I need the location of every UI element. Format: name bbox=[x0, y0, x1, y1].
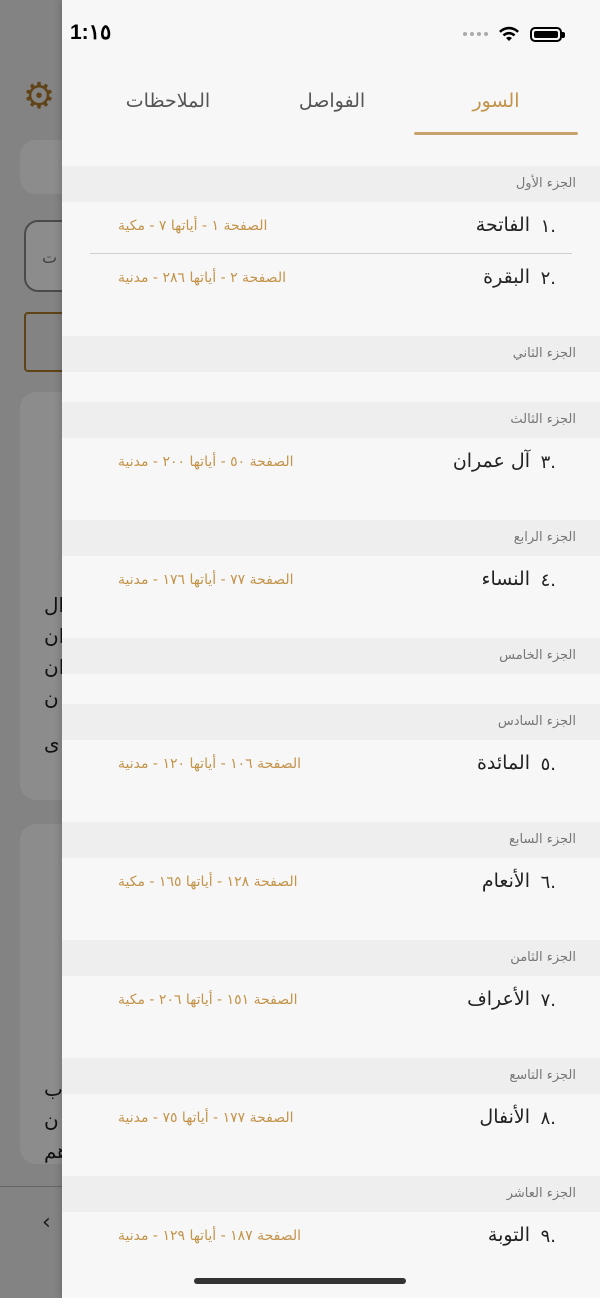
juz-header: الجزء السابع bbox=[62, 822, 600, 858]
tab-notes[interactable]: الملاحظات bbox=[86, 74, 250, 134]
juz-header: الجزء الرابع bbox=[62, 520, 600, 556]
surah-name: الفاتحة bbox=[475, 214, 530, 236]
tab-surahs[interactable]: السور bbox=[414, 74, 578, 134]
juz-title: الجزء السادس bbox=[497, 714, 576, 729]
status-icons bbox=[463, 24, 565, 44]
wifi-icon bbox=[499, 26, 519, 41]
surah-meta: الصفحة ٥٠ - أياتها ٢٠٠ - مدنية bbox=[118, 454, 294, 470]
juz-title: الجزء الثاني bbox=[512, 346, 576, 361]
surah-name: البقرة bbox=[483, 266, 530, 288]
surah-row[interactable]: .٣ آل عمران الصفحة ٥٠ - أياتها ٢٠٠ - مدنية bbox=[62, 438, 600, 490]
juz-header: الجزء العاشر bbox=[62, 1176, 600, 1212]
juz-title: الجزء الرابع bbox=[513, 530, 576, 545]
surah-row[interactable]: .٦ الأنعام الصفحة ١٢٨ - أياتها ١٦٥ - مكية bbox=[62, 858, 600, 910]
juz-title: الجزء الثامن bbox=[510, 950, 576, 965]
battery-icon bbox=[530, 26, 565, 42]
surah-number: .٥ bbox=[540, 754, 556, 775]
surah-name: المائدة bbox=[476, 752, 530, 774]
surah-meta: الصفحة ١٠٦ - أياتها ١٢٠ - مدنية bbox=[118, 756, 302, 772]
juz-header: الجزء الخامس bbox=[62, 638, 600, 674]
juz-title: الجزء السابع bbox=[508, 832, 576, 847]
surah-number: .٦ bbox=[540, 872, 556, 893]
juz-header: الجزء التاسع bbox=[62, 1058, 600, 1094]
tab-bar: السور الفواصل الملاحظات bbox=[62, 74, 600, 136]
juz-surah-group: .١ الفاتحة الصفحة ١ - أياتها ٧ - مكية .٢ الب… bbox=[62, 202, 600, 336]
juz-surah-group: .٦ الأنعام الصفحة ١٢٨ - أياتها ١٦٥ - مكية bbox=[62, 858, 600, 940]
surah-row[interactable]: .٨ الأنفال الصفحة ١٧٧ - أياتها ٧٥ - مدنية bbox=[62, 1094, 600, 1146]
juz-title: الجزء الأول bbox=[515, 176, 576, 191]
surah-number: .١ bbox=[540, 216, 556, 237]
surah-meta: الصفحة ١٢٨ - أياتها ١٦٥ - مكية bbox=[118, 874, 298, 890]
juz-surah-group: .٧ الأعراف الصفحة ١٥١ - أياتها ٢٠٦ - مكية bbox=[62, 976, 600, 1058]
surah-meta: الصفحة ٢ - أياتها ٢٨٦ - مدنية bbox=[118, 270, 286, 286]
juz-surah-group: .٥ المائدة الصفحة ١٠٦ - أياتها ١٢٠ - مدنية bbox=[62, 740, 600, 822]
surah-number: .٧ bbox=[540, 990, 556, 1011]
surah-name: الأنعام bbox=[481, 870, 530, 892]
tab-bookmarks[interactable]: الفواصل bbox=[250, 74, 414, 134]
juz-surah-group: .٣ آل عمران الصفحة ٥٠ - أياتها ٢٠٠ - مدنية bbox=[62, 438, 600, 520]
juz-title: الجزء الثالث bbox=[510, 412, 576, 427]
juz-header: الجزء الثامن bbox=[62, 940, 600, 976]
surah-meta: الصفحة ١٧٧ - أياتها ٧٥ - مدنية bbox=[118, 1110, 294, 1126]
juz-surah-group bbox=[62, 372, 600, 402]
surah-name: النساء bbox=[481, 568, 530, 590]
surah-row[interactable]: .٧ الأعراف الصفحة ١٥١ - أياتها ٢٠٦ - مكية bbox=[62, 976, 600, 1028]
juz-title: الجزء الخامس bbox=[499, 648, 576, 663]
active-tab-underline bbox=[414, 132, 578, 135]
surah-row[interactable]: .٤ النساء الصفحة ٧٧ - أياتها ١٧٦ - مدنية bbox=[62, 556, 600, 608]
surah-name: الأعراف bbox=[467, 988, 530, 1010]
juz-surah-group: .٤ النساء الصفحة ٧٧ - أياتها ١٧٦ - مدنية bbox=[62, 556, 600, 638]
surah-meta: الصفحة ١ - أياتها ٧ - مكية bbox=[118, 218, 268, 234]
surah-number: .٩ bbox=[540, 1226, 556, 1247]
juz-surah-group bbox=[62, 674, 600, 704]
surah-drawer: السور الفواصل الملاحظات الجزء الأول .١ الف… bbox=[62, 0, 600, 1298]
surah-row[interactable]: .٢ البقرة الصفحة ٢ - أياتها ٢٨٦ - مدنية bbox=[62, 254, 600, 306]
home-indicator bbox=[194, 1278, 406, 1284]
status-time: 1:١٥ bbox=[70, 21, 112, 44]
surah-list: الجزء الأول .١ الفاتحة الصفحة ١ - أياتها ٧ … bbox=[62, 166, 600, 1294]
surah-meta: الصفحة ١٥١ - أياتها ٢٠٦ - مكية bbox=[118, 992, 298, 1008]
surah-meta: الصفحة ٧٧ - أياتها ١٧٦ - مدنية bbox=[118, 572, 294, 588]
surah-row[interactable]: .٥ المائدة الصفحة ١٠٦ - أياتها ١٢٠ - مدنية bbox=[62, 740, 600, 792]
juz-header: الجزء الأول bbox=[62, 166, 600, 202]
signal-icon bbox=[463, 32, 488, 36]
juz-header: الجزء الثاني bbox=[62, 336, 600, 372]
juz-header: الجزء الثالث bbox=[62, 402, 600, 438]
surah-name: آل عمران bbox=[452, 450, 530, 472]
surah-number: .٣ bbox=[540, 452, 556, 473]
juz-surah-group: .٨ الأنفال الصفحة ١٧٧ - أياتها ٧٥ - مدنية bbox=[62, 1094, 600, 1176]
juz-title: الجزء العاشر bbox=[506, 1186, 576, 1201]
surah-name: الأنفال bbox=[479, 1106, 530, 1128]
juz-header: الجزء السادس bbox=[62, 704, 600, 740]
surah-number: .٨ bbox=[540, 1108, 556, 1129]
surah-number: .٢ bbox=[540, 268, 556, 289]
juz-title: الجزء التاسع bbox=[509, 1068, 576, 1083]
surah-name: التوبة bbox=[487, 1224, 530, 1246]
surah-row[interactable]: .١ الفاتحة الصفحة ١ - أياتها ٧ - مكية bbox=[62, 202, 600, 254]
surah-row[interactable]: .٩ التوبة الصفحة ١٨٧ - أياتها ١٢٩ - مدنية bbox=[62, 1212, 600, 1264]
surah-meta: الصفحة ١٨٧ - أياتها ١٢٩ - مدنية bbox=[118, 1228, 302, 1244]
surah-number: .٤ bbox=[540, 570, 556, 591]
